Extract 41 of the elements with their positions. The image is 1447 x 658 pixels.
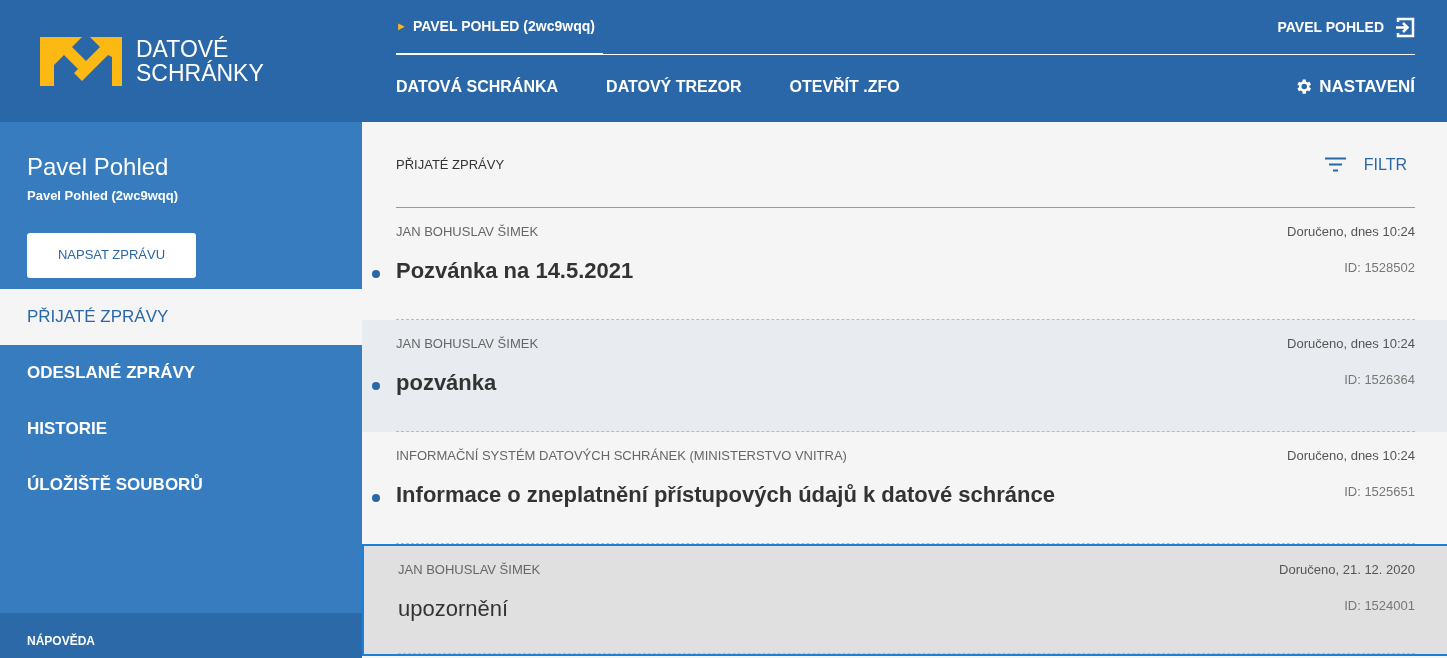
sidebar-item[interactable]: PŘIJATÉ ZPRÁVY bbox=[0, 288, 362, 345]
filter-icon bbox=[1324, 157, 1346, 172]
user-name: PAVEL POHLED bbox=[1277, 17, 1384, 37]
nav-tab[interactable]: DATOVÁ SCHRÁNKA bbox=[396, 74, 559, 99]
delivery-date: Doručeno, dnes 10:24 bbox=[1287, 447, 1415, 465]
message-subject: pozvánka bbox=[396, 368, 498, 397]
sidebar-item[interactable]: ÚLOŽIŠTĚ SOUBORŮ bbox=[0, 456, 362, 513]
message-row[interactable]: JAN BOHUSLAV ŠIMEK pozvánka Doručeno, dnes 10:24 ID: 1526364 bbox=[362, 320, 1447, 432]
section-title: PŘIJATÉ ZPRÁVY bbox=[396, 155, 505, 174]
arrow-icon: ► bbox=[396, 18, 407, 35]
sender-name: JAN BOHUSLAV ŠIMEK bbox=[396, 223, 540, 241]
settings-link[interactable]: NASTAVENÍ bbox=[1294, 73, 1415, 100]
message-subject: upozornění bbox=[398, 594, 510, 623]
compose-button[interactable]: NAPSAT ZPRÁVU bbox=[27, 232, 196, 278]
delivery-date: Doručeno, 21. 12. 2020 bbox=[1279, 561, 1415, 579]
box-name: Pavel Pohled (2wc9wqq) bbox=[27, 187, 179, 205]
sender-name: INFORMAČNÍ SYSTÉM DATOVÝCH SCHRÁNEK (MINISTERSTVO VNITRA) bbox=[396, 447, 848, 465]
sender-name: JAN BOHUSLAV ŠIMEK bbox=[396, 335, 539, 353]
account-link[interactable]: PAVEL POHLED (2wc9wqq) bbox=[412, 16, 595, 37]
message-row[interactable]: JAN BOHUSLAV ŠIMEK upozornění Doručeno, 21. 12. 2020 ID: 1524001 bbox=[362, 544, 1447, 656]
logo-text: SCHRÁNKY bbox=[136, 61, 264, 85]
nav-tab[interactable]: OTEVŘÍT .ZFO bbox=[789, 74, 900, 99]
message-id: ID: 1524001 bbox=[1344, 596, 1415, 615]
user-name: Pavel Pohled bbox=[27, 152, 170, 182]
logo-icon bbox=[40, 36, 122, 86]
message-id: ID: 1528502 bbox=[1344, 258, 1415, 277]
message-id: ID: 1526364 bbox=[1344, 370, 1415, 389]
message-id: ID: 1525651 bbox=[1344, 482, 1415, 501]
settings-icon bbox=[1294, 77, 1314, 96]
logout-icon[interactable] bbox=[1394, 16, 1415, 38]
help-link[interactable]: NÁPOVĚDA bbox=[27, 631, 95, 650]
logo-text: DATOVÉ bbox=[136, 37, 229, 61]
message-subject: Pozvánka na 14.5.2021 bbox=[396, 256, 634, 285]
filter-button[interactable]: FILTR bbox=[1324, 152, 1415, 177]
delivery-date: Doručeno, dnes 10:24 bbox=[1287, 335, 1415, 353]
nav-tab[interactable]: DATOVÝ TREZOR bbox=[606, 74, 742, 99]
sidebar-item[interactable]: ODESLANÉ ZPRÁVY bbox=[0, 344, 362, 401]
message-subject: Informace o zneplatnění přístupových údajů k datové schránce bbox=[396, 480, 1055, 509]
sender-name: JAN BOHUSLAV ŠIMEK bbox=[398, 561, 541, 579]
delivery-date: Doručeno, dnes 10:24 bbox=[1287, 223, 1415, 241]
sidebar-item[interactable]: HISTORIE bbox=[0, 400, 362, 457]
